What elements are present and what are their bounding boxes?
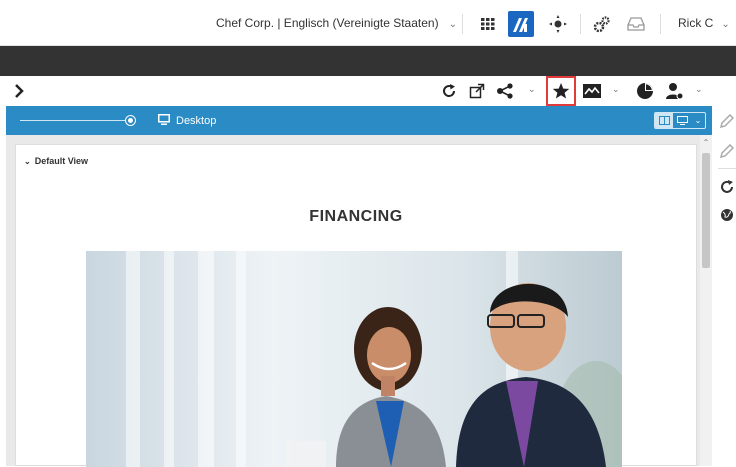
favorite-star-icon[interactable] bbox=[546, 76, 576, 106]
device-preview-bar: Desktop ⌄ bbox=[6, 106, 712, 135]
external-link-icon[interactable] bbox=[466, 80, 488, 102]
chevron-down-icon: ⌄ bbox=[24, 157, 31, 166]
monitor-icon bbox=[676, 116, 688, 125]
view-selector-label: Default View bbox=[34, 156, 89, 166]
device-label: Desktop bbox=[176, 115, 217, 127]
pie-chart-icon[interactable] bbox=[634, 80, 656, 102]
business-meeting-photo bbox=[86, 251, 622, 467]
preview-canvas: ⌄ Default View FINANCING bbox=[6, 135, 700, 467]
chevron-down-icon[interactable]: ⌄ bbox=[695, 84, 703, 95]
user-name: Rick C bbox=[678, 16, 714, 30]
desktop-view-button[interactable] bbox=[673, 113, 691, 128]
scroll-thumb[interactable] bbox=[702, 153, 710, 268]
company-locale-label: Chef Corp. | Englisch (Vereinigte Staate… bbox=[216, 16, 439, 30]
company-locale-selector[interactable]: Chef Corp. | Englisch (Vereinigte Staate… bbox=[216, 16, 457, 30]
divider bbox=[580, 14, 581, 34]
chevron-down-icon[interactable]: ⌄ bbox=[528, 84, 536, 95]
right-side-panel bbox=[712, 106, 736, 466]
divider bbox=[660, 14, 661, 34]
page-heading: FINANCING bbox=[309, 208, 403, 225]
chevron-down-icon[interactable]: ⌄ bbox=[691, 113, 705, 128]
layout-toggle: ⌄ bbox=[654, 112, 706, 129]
grid-icon[interactable] bbox=[475, 11, 501, 37]
user-settings-icon[interactable] bbox=[664, 80, 686, 102]
inbox-icon[interactable] bbox=[623, 11, 649, 37]
divider bbox=[462, 14, 463, 34]
view-selector[interactable]: ⌄ Default View bbox=[24, 156, 88, 166]
split-view-button[interactable] bbox=[655, 113, 673, 128]
device-selector[interactable]: Desktop bbox=[158, 114, 216, 127]
edit-icon[interactable] bbox=[718, 142, 736, 160]
chevron-down-icon[interactable]: ⌄ bbox=[612, 84, 620, 95]
preview-width-slider[interactable] bbox=[20, 120, 128, 121]
slider-handle[interactable] bbox=[126, 116, 135, 125]
navigation-icon[interactable] bbox=[545, 11, 571, 37]
dark-banner bbox=[0, 46, 736, 76]
share-icon[interactable] bbox=[494, 80, 516, 102]
divider bbox=[718, 168, 736, 169]
hero-image[interactable] bbox=[86, 251, 622, 467]
globe-icon[interactable] bbox=[718, 206, 736, 224]
settings-icon[interactable] bbox=[589, 11, 615, 37]
sync-icon[interactable] bbox=[718, 178, 736, 196]
edit-icon[interactable] bbox=[718, 112, 736, 130]
chevron-down-icon: ⌄ bbox=[721, 19, 730, 30]
chevron-down-icon: ⌄ bbox=[448, 19, 457, 30]
canvas-scrollbar[interactable]: ⌃ bbox=[700, 135, 712, 466]
top-header: Chef Corp. | Englisch (Vereinigte Staate… bbox=[0, 0, 736, 46]
compare-image-icon[interactable] bbox=[581, 80, 603, 102]
refresh-icon[interactable] bbox=[438, 80, 460, 102]
app-logo-icon[interactable] bbox=[508, 11, 534, 37]
page-preview: ⌄ Default View FINANCING bbox=[15, 144, 697, 467]
editor-toolbar: ⌄ ⌄ ⌄ bbox=[0, 76, 736, 106]
user-menu[interactable]: Rick C ⌄ bbox=[678, 16, 730, 30]
chevron-up-icon[interactable]: ⌃ bbox=[700, 137, 712, 149]
monitor-icon bbox=[158, 114, 170, 125]
chevron-right-icon[interactable] bbox=[8, 80, 30, 102]
split-screen-icon bbox=[658, 116, 670, 125]
